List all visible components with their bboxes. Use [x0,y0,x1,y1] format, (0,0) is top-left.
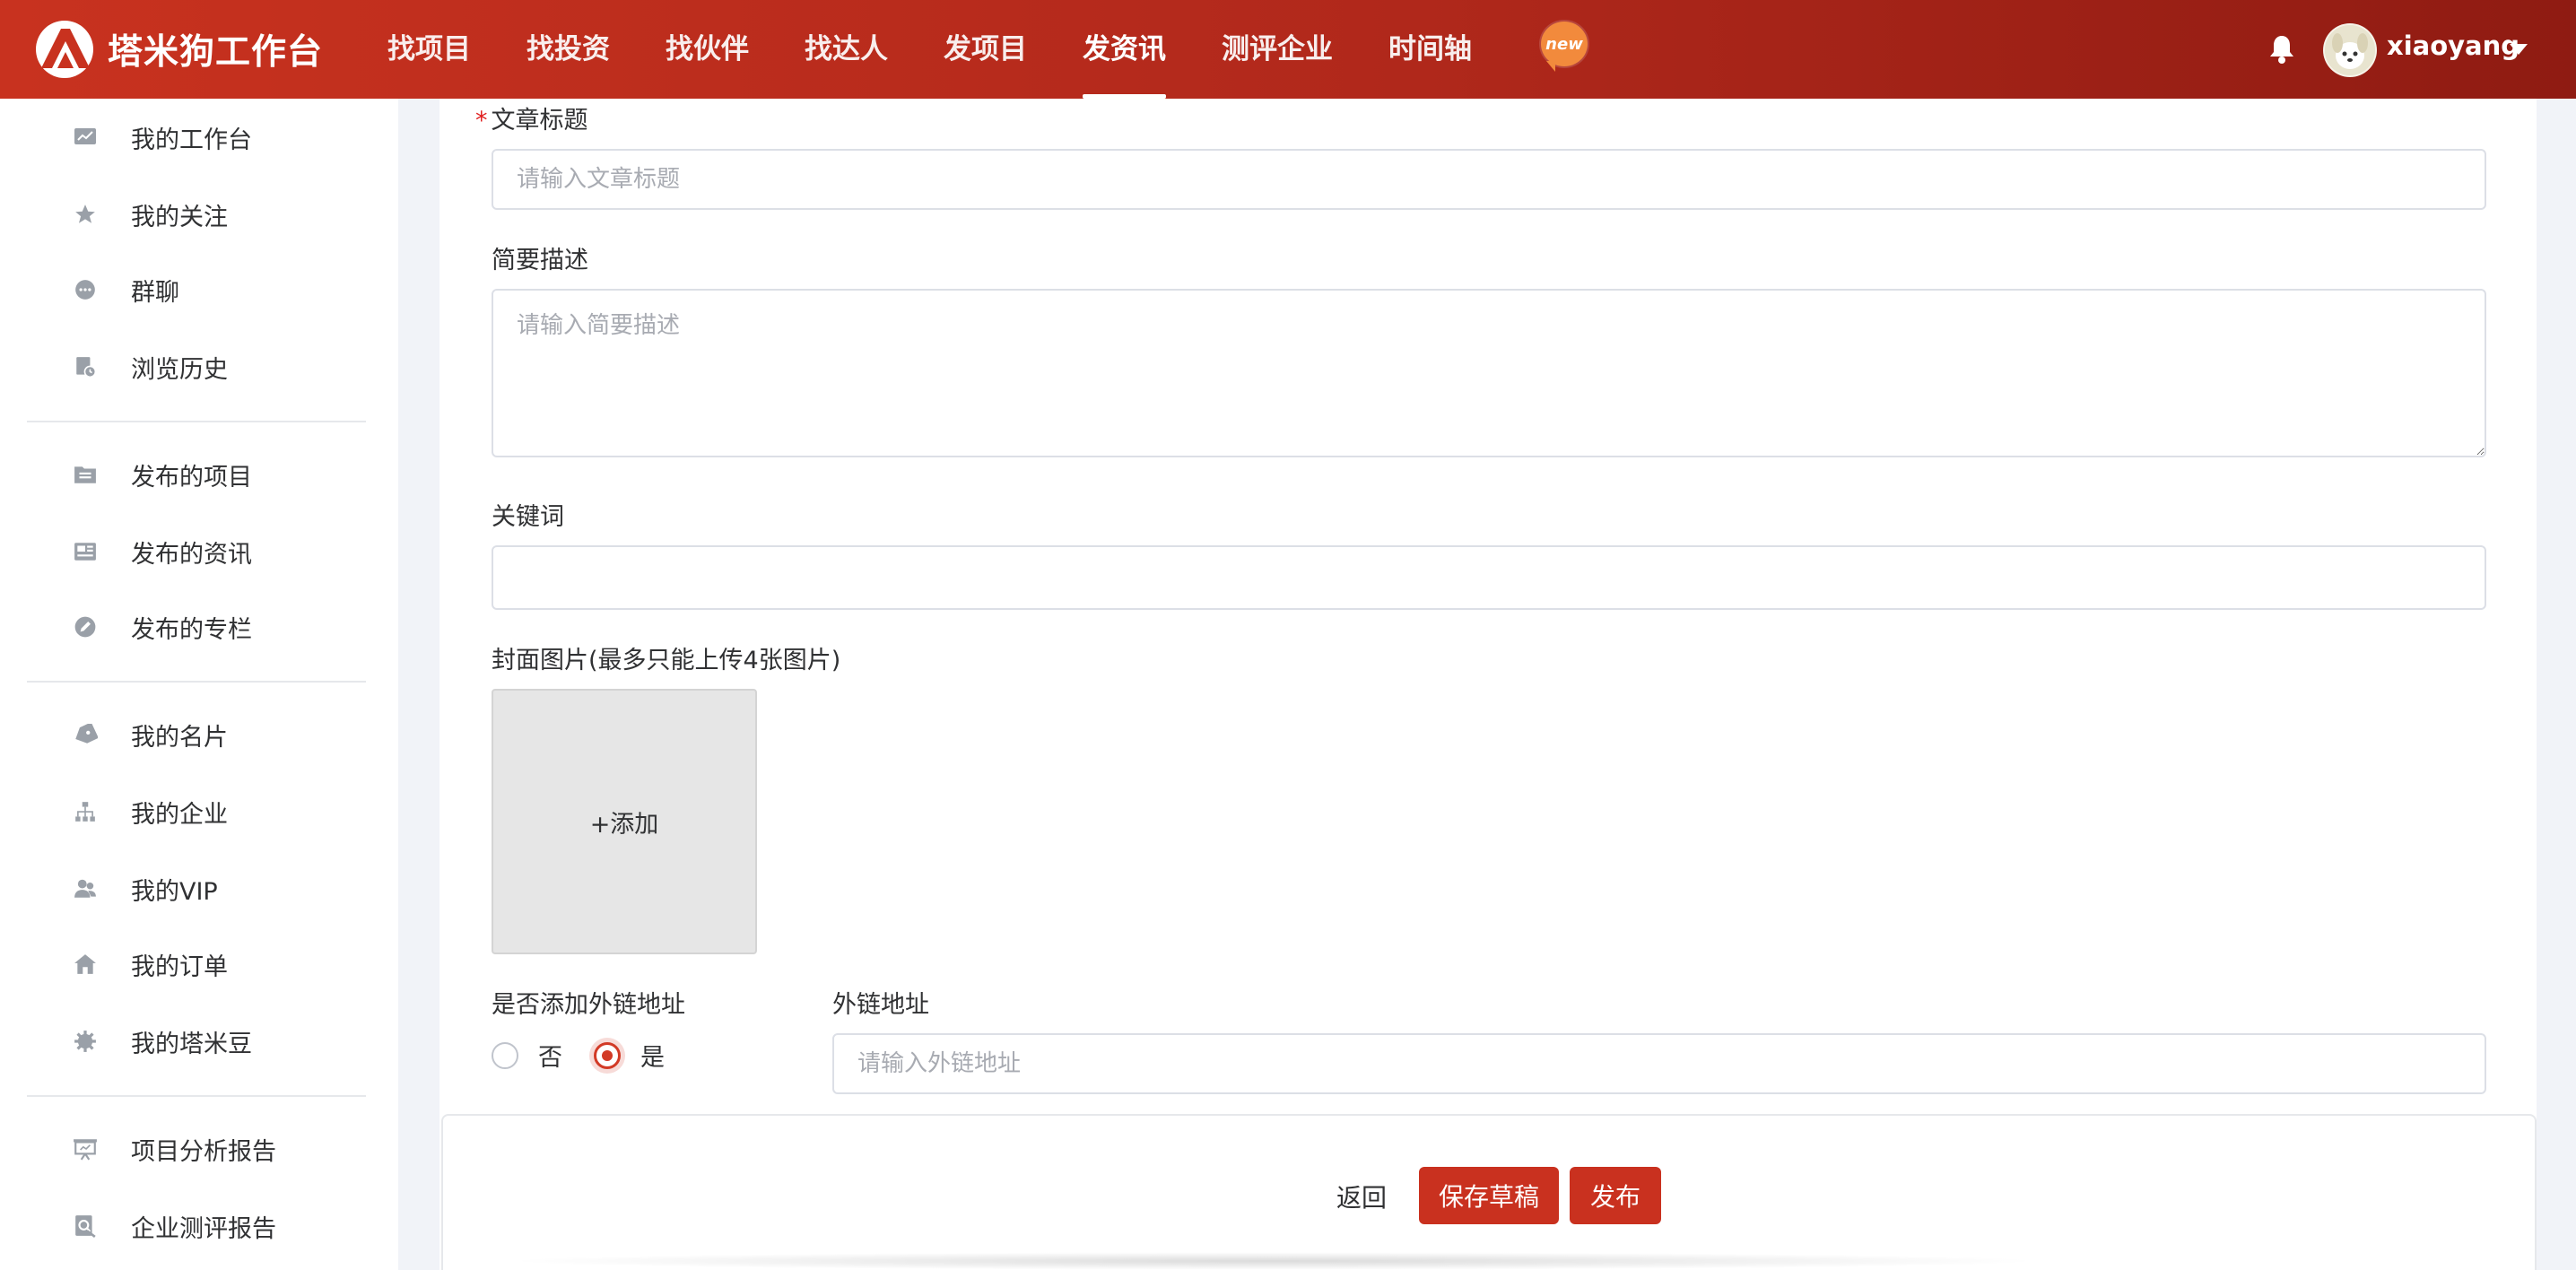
required-mark: * [475,107,488,135]
radio-circle-selected [594,1041,621,1069]
home-icon [72,951,99,978]
sidebar-item-label: 我的订单 [131,952,228,981]
external-link-toggle-label: 是否添加外链地址 [492,991,685,1019]
sidebar-item-orders[interactable]: 我的订单 [72,942,228,987]
sidebar-item-project-analysis-report[interactable]: 项目分析报告 [72,1126,276,1171]
sidebar-item-business-card[interactable]: 我的名片 [72,712,228,757]
radio-yes[interactable]: 是 [594,1038,665,1073]
brand-logo-icon [36,21,93,78]
sidebar-item-label: 我的名片 [131,723,228,752]
main-nav: 找项目 找投资 找伙伴 找达人 发项目 发资讯 测评企业 时间轴 [387,0,1527,99]
description-textarea[interactable] [492,289,2486,457]
cover-image-upload[interactable]: +添加 [492,689,757,954]
sidebar-divider [27,1095,366,1097]
users-icon [72,875,99,902]
sidebar-item-group-chat[interactable]: 群聊 [72,267,179,312]
nav-find-investment[interactable]: 找投资 [527,0,610,99]
sidebar-item-label: 发布的专栏 [131,615,252,644]
description-label: 简要描述 [492,247,588,274]
title-label: * 文章标题 [475,100,588,135]
add-image-text: +添加 [589,810,659,839]
avatar[interactable] [2323,23,2377,77]
sidebar-item-label: 我的企业 [131,800,228,829]
sidebar-divider [27,681,366,683]
sidebar-item-published-news[interactable]: 发布的资讯 [72,529,252,574]
sidebar-item-published-columns[interactable]: 发布的专栏 [72,605,252,649]
history-icon [72,353,99,380]
sidebar-item-label: 我的关注 [131,203,228,231]
action-bar-shadow [502,1252,2045,1270]
radio-no-label: 否 [538,1044,562,1072]
nav-find-projects[interactable]: 找项目 [387,0,471,99]
sidebar-item-label: 我的塔米豆 [131,1030,252,1058]
sidebar-item-company-evaluation-report[interactable]: 企业测评报告 [72,1204,276,1248]
sidebar-item-label: 我的工作台 [131,126,252,154]
pen-circle-icon [72,613,99,640]
publish-button[interactable]: 发布 [1570,1167,1661,1224]
sidebar-item-label: 发布的项目 [131,463,252,491]
external-link-label: 外链地址 [832,991,929,1019]
chat-icon [72,276,99,303]
sidebar-item-label: 企业测评报告 [131,1214,276,1243]
sidebar-divider [27,421,366,422]
sidebar-item-my-company[interactable]: 我的企业 [72,789,228,834]
sidebar-item-tami-beans[interactable]: 我的塔米豆 [72,1019,252,1064]
sidebar-item-following[interactable]: 我的关注 [72,192,228,237]
nav-post-news[interactable]: 发资讯 [1083,0,1166,99]
bell-icon[interactable] [2267,34,2296,65]
back-button[interactable]: 返回 [1336,1179,1387,1214]
title-input[interactable] [492,149,2486,210]
radio-circle [492,1041,518,1069]
external-link-input[interactable] [832,1033,2486,1094]
username[interactable]: xiaoyang [2387,30,2519,61]
tag-icon [72,721,99,748]
avatar-dog-icon [2325,25,2375,75]
news-form-card: *文章标题 简要描述 关键词 封面图片(最多只能上传4张图片) [439,99,2537,1270]
keywords-input[interactable] [492,545,2486,610]
report-search-icon [72,1213,99,1240]
cover-image-label: 封面图片(最多只能上传4张图片) [492,647,841,674]
brand-name: 塔米狗工作台 [108,32,324,73]
save-draft-button[interactable]: 保存草稿 [1419,1167,1559,1224]
nav-post-project[interactable]: 发项目 [944,0,1027,99]
sidebar-item-label: 浏览历史 [131,355,228,384]
sidebar-item-label: 发布的资讯 [131,540,252,569]
gear-icon [72,1028,99,1055]
radio-no[interactable]: 否 [492,1038,562,1073]
title-label-text: 文章标题 [491,107,588,135]
presentation-icon [72,1135,99,1162]
new-badge: new [1541,22,1588,72]
news-icon [72,538,99,565]
nav-evaluate-company[interactable]: 测评企业 [1222,0,1333,99]
org-chart-icon [72,798,99,825]
sidebar: 我的工作台 我的关注 群聊 浏览历史 发布的项目 发布的资讯 发布的专栏 我的名… [0,99,398,1270]
sidebar-item-label: 项目分析报告 [131,1137,276,1166]
nav-find-partners[interactable]: 找伙伴 [666,0,749,99]
top-navigation-bar: 塔米狗工作台 找项目 找投资 找伙伴 找达人 发项目 发资讯 测评企业 时间轴 … [0,0,2576,99]
sidebar-item-label: 我的VIP [131,877,218,906]
nav-find-experts[interactable]: 找达人 [805,0,888,99]
sidebar-item-history[interactable]: 浏览历史 [72,344,228,389]
brand[interactable]: 塔米狗工作台 [34,20,323,79]
chart-icon [72,124,99,151]
star-icon [72,201,99,228]
keywords-label: 关键词 [492,503,564,531]
sidebar-item-published-projects[interactable]: 发布的项目 [72,452,252,497]
sidebar-item-label: 群聊 [131,278,179,307]
radio-yes-label: 是 [640,1044,665,1072]
nav-timeline[interactable]: 时间轴 [1388,0,1472,99]
folder-list-icon [72,461,99,488]
sidebar-item-workbench[interactable]: 我的工作台 [72,115,252,160]
sidebar-item-vip[interactable]: 我的VIP [72,866,218,911]
chevron-down-icon[interactable] [2510,44,2528,55]
